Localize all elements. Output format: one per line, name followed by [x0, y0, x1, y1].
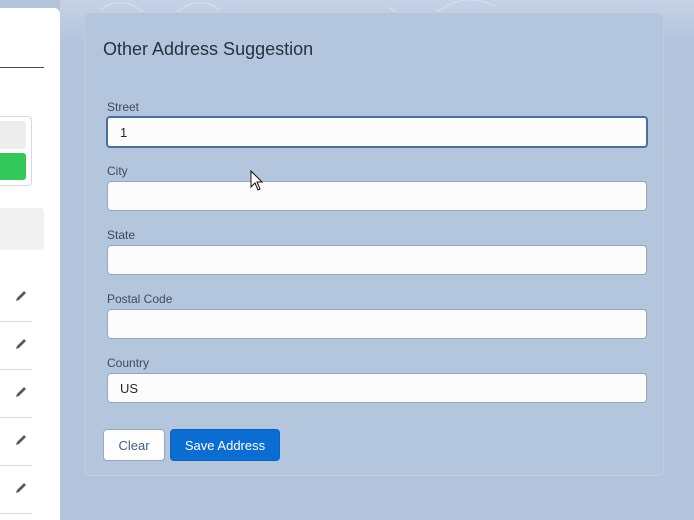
list-item — [0, 370, 32, 418]
street-label: Street — [107, 100, 140, 114]
pencil-icon[interactable] — [14, 481, 28, 495]
city-label: City — [107, 164, 128, 178]
section-header — [0, 208, 44, 250]
postal-code-input[interactable] — [107, 309, 647, 339]
country-input[interactable] — [107, 373, 647, 403]
mouse-pointer-icon — [250, 170, 264, 191]
pencil-icon[interactable] — [14, 337, 28, 351]
state-input[interactable] — [107, 245, 647, 275]
city-input[interactable] — [107, 181, 647, 211]
modal-title: Other Address Suggestion — [103, 39, 314, 59]
list-item — [0, 466, 32, 514]
divider — [0, 67, 44, 68]
status-option-inactive[interactable] — [0, 121, 26, 149]
save-address-button[interactable]: Save Address — [170, 429, 280, 461]
country-label: Country — [107, 356, 150, 370]
clear-button[interactable]: Clear — [103, 429, 165, 461]
list-item — [0, 322, 32, 370]
pencil-icon[interactable] — [14, 385, 28, 399]
status-toggle-group — [0, 116, 32, 186]
state-label: State — [107, 228, 136, 242]
status-option-active[interactable] — [0, 153, 26, 180]
street-input[interactable] — [106, 116, 648, 148]
postal-code-label: Postal Code — [107, 292, 173, 306]
address-suggestion-modal: Other Address Suggestion Street City Sta… — [84, 12, 664, 476]
list-item — [0, 274, 32, 322]
record-detail-panel — [0, 8, 60, 520]
list-item — [0, 418, 32, 466]
pencil-icon[interactable] — [14, 289, 28, 303]
pencil-icon[interactable] — [14, 433, 28, 447]
